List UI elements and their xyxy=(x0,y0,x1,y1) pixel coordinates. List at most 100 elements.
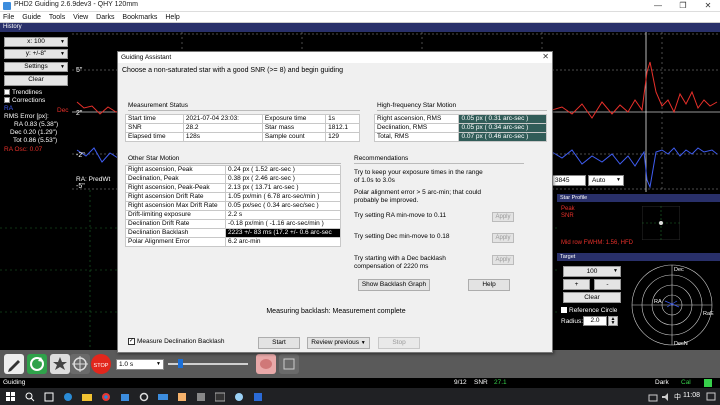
task-view-icon[interactable] xyxy=(44,392,54,402)
star-profile-panel: Peak SNR Mid row FWHM: 1.56, HFD xyxy=(557,202,720,252)
radius-input[interactable]: 2.0 xyxy=(583,316,607,326)
table-row: Polar Alignment Error 6.2 arc-min xyxy=(124,237,341,247)
other-motion-table: Right ascension, Peak 0.24 px ( 1.52 arc-… xyxy=(124,165,341,247)
target-ra-axis-label: RA xyxy=(654,299,662,305)
table-row: SNR 28.2 Star mass 1812.1 xyxy=(125,123,360,133)
trendlines-checkbox[interactable]: Trendlines xyxy=(4,89,42,96)
gamma-dropdown[interactable]: Auto ▼ xyxy=(588,175,624,186)
chrome-icon[interactable] xyxy=(101,392,111,402)
stop-icon[interactable]: STOP xyxy=(91,354,111,374)
apply-dec-backlash-button[interactable]: Apply xyxy=(492,255,514,265)
close-button[interactable]: ✕ xyxy=(697,0,719,12)
minimize-button[interactable]: — xyxy=(647,0,669,12)
history-clear-button[interactable]: Clear xyxy=(4,75,68,86)
maximize-button[interactable]: ❐ xyxy=(672,0,694,12)
ra-predwt-label: RA: PredWt xyxy=(76,176,111,183)
stats-icon[interactable] xyxy=(279,354,299,374)
reference-circle-checkbox[interactable]: Reference Circle xyxy=(561,307,617,314)
clock[interactable]: 11:08 xyxy=(683,392,700,399)
start-button[interactable]: Start xyxy=(258,337,300,349)
phd2-taskbar-icon[interactable] xyxy=(234,392,244,402)
y-tick-2: 2" xyxy=(76,110,83,117)
target-zoom-dropdown[interactable]: 100 ▼ xyxy=(563,266,621,277)
auto-select-star-icon[interactable] xyxy=(50,354,70,374)
y-scale-dropdown[interactable]: y: +/-8" ▼ xyxy=(4,49,68,59)
table-row: Start time 2021-07-04 23:03: Exposure ti… xyxy=(125,114,360,124)
chevron-down-icon: ▼ xyxy=(616,177,621,183)
rms-title: RMS Error [px]: xyxy=(4,113,49,120)
target-dec-dir-label: DecN xyxy=(674,341,688,347)
brain-icon[interactable] xyxy=(256,354,276,374)
pencil-icon[interactable] xyxy=(4,354,24,374)
radius-label: Radius: xyxy=(561,318,584,325)
corrections-checkbox[interactable]: Corrections xyxy=(4,97,45,104)
search-icon[interactable] xyxy=(25,392,35,402)
mail-icon[interactable] xyxy=(158,392,168,402)
chevron-down-icon: ▼ xyxy=(60,64,65,70)
stop-button[interactable]: Stop xyxy=(378,337,420,349)
apply-ra-min-move-button[interactable]: Apply xyxy=(492,212,514,222)
star-hfd-line: Mid row FWHM: 1.56, HFD xyxy=(561,240,634,246)
y-tick-5: 5" xyxy=(76,67,83,74)
recommendation-exposure: Try to keep your exposure times in the r… xyxy=(354,169,483,184)
star-profile-title: Star Profile xyxy=(557,194,720,202)
apply-dec-min-move-button[interactable]: Apply xyxy=(492,233,514,243)
app-icon-generic[interactable] xyxy=(196,392,206,402)
input-language[interactable]: 中 xyxy=(674,392,681,402)
menu-view[interactable]: View xyxy=(70,12,91,23)
star-peak-label: Peak xyxy=(561,206,575,212)
menu-file[interactable]: File xyxy=(0,12,17,23)
volume-icon[interactable] xyxy=(661,392,671,402)
target-clear-button[interactable]: Clear xyxy=(563,292,621,303)
gamma-slider-thumb[interactable] xyxy=(178,359,183,368)
dec-legend-label: Dec xyxy=(57,107,69,114)
other-motion-title: Other Star Motion xyxy=(128,155,180,162)
menu-bar: File Guide Tools View Darks Bookmarks He… xyxy=(0,12,720,23)
menu-help[interactable]: Help xyxy=(162,12,182,23)
radius-spinner[interactable]: ▲ ▼ xyxy=(608,316,618,326)
recommendations-title: Recommendations xyxy=(354,155,409,162)
exposure-duration-dropdown[interactable]: 1.0 s ▼ xyxy=(116,359,164,370)
network-icon[interactable] xyxy=(648,392,658,402)
svg-text:STOP: STOP xyxy=(94,363,109,369)
edge-browser-icon[interactable] xyxy=(63,392,73,402)
review-previous-dropdown[interactable]: Review previous ▼ xyxy=(307,337,370,349)
table-row: Total, RMS 0.07 px ( 0.46 arc-sec ) xyxy=(373,132,547,142)
zoom-out-button[interactable]: - xyxy=(594,279,621,290)
terminal-icon[interactable] xyxy=(215,392,225,402)
y-tick-neg5: -5" xyxy=(76,183,85,190)
loop-icon[interactable] xyxy=(27,354,47,374)
window-titlebar: PHD2 Guiding 2.6.9dev3 - QHY 120mm — ❐ ✕ xyxy=(0,0,720,12)
chevron-down-icon: ▼ xyxy=(360,340,366,346)
target-dec-axis-label: Dec xyxy=(674,267,684,273)
hf-motion-title: High-frequency Star Motion xyxy=(377,102,457,109)
cal-indicator: Cal xyxy=(681,379,691,386)
windows-start-icon[interactable] xyxy=(6,392,16,402)
chevron-down-icon: ▼ xyxy=(60,51,65,57)
measure-dec-backlash-checkbox[interactable]: ✓ Measure Declination Backlash xyxy=(128,338,224,345)
exposure-value-field[interactable]: 3845 xyxy=(552,175,586,186)
file-explorer-icon[interactable] xyxy=(82,392,92,402)
hf-motion-divider xyxy=(377,110,547,111)
menu-darks[interactable]: Darks xyxy=(93,12,117,23)
notes-icon[interactable] xyxy=(177,392,187,402)
notification-icon[interactable] xyxy=(706,392,716,402)
menu-bookmarks[interactable]: Bookmarks xyxy=(119,12,160,23)
guide-target-icon[interactable] xyxy=(70,354,90,374)
dialog-close-button[interactable]: ✕ xyxy=(542,52,549,62)
zoom-in-button[interactable]: + xyxy=(563,279,590,290)
app-icon xyxy=(3,2,11,10)
recommendations-divider xyxy=(354,163,524,164)
chevron-down-icon: ▼ xyxy=(613,268,618,274)
help-button[interactable]: Help xyxy=(468,279,510,291)
menu-tools[interactable]: Tools xyxy=(46,12,68,23)
show-backlash-graph-button[interactable]: Show Backlash Graph xyxy=(358,279,430,291)
guiding-assistant-dialog: Guiding Assistant ✕ Choose a non-saturat… xyxy=(117,51,553,353)
camera-app-icon[interactable] xyxy=(253,392,263,402)
settings-gear-icon[interactable] xyxy=(139,392,149,402)
menu-guide[interactable]: Guide xyxy=(19,12,44,23)
x-scale-dropdown[interactable]: x: 100 ▼ xyxy=(4,37,68,47)
graph-settings-dropdown[interactable]: Settings ▼ xyxy=(4,62,68,72)
frame-counter: 9/12 xyxy=(454,379,467,386)
store-icon[interactable] xyxy=(120,392,130,402)
